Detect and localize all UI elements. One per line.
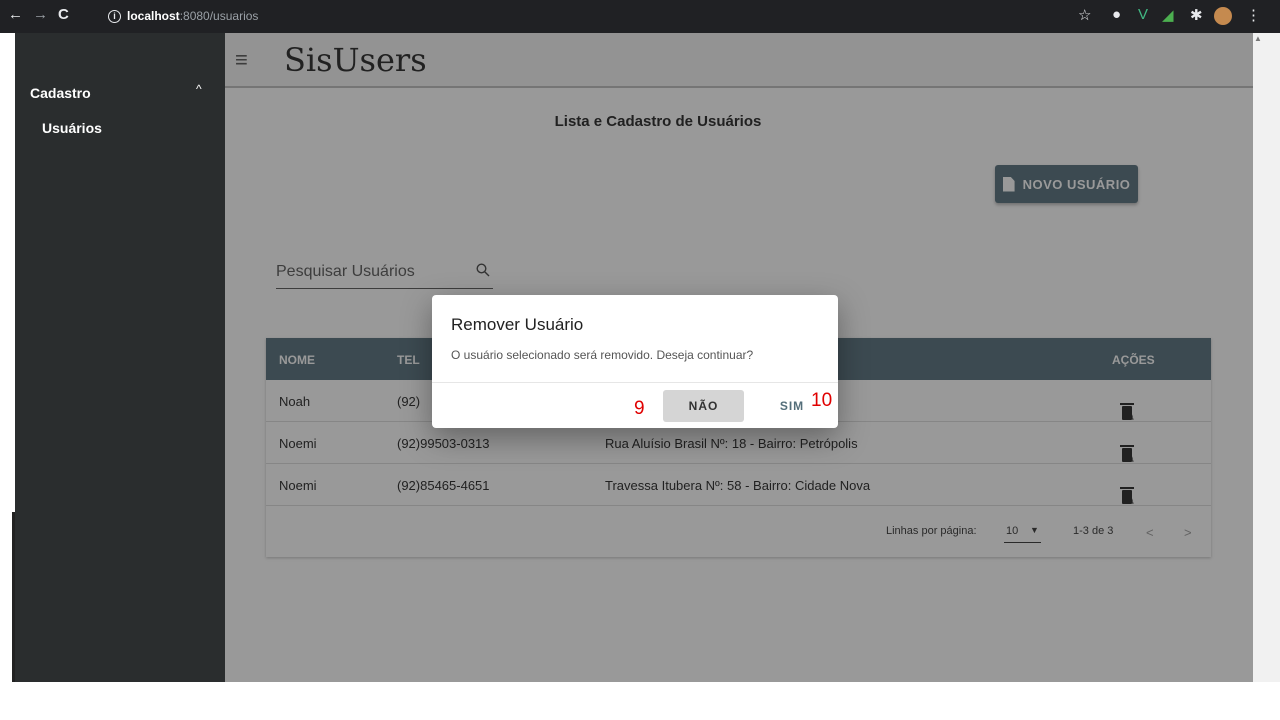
dialog-divider	[432, 382, 838, 383]
sidebar-group-cadastro[interactable]: Cadastro	[30, 85, 91, 101]
extension-circle-icon[interactable]: ●	[1112, 6, 1121, 23]
extension-badge-icon[interactable]: ◢	[1162, 6, 1174, 24]
scroll-up-arrow-icon[interactable]: ▲	[1254, 34, 1262, 43]
left-edge-divider	[12, 512, 15, 682]
sidebar: Cadastro ^ Usuários	[15, 33, 225, 682]
reload-icon[interactable]: C	[58, 6, 69, 23]
vue-devtools-icon[interactable]: V	[1138, 6, 1148, 23]
forward-arrow-icon[interactable]: →	[33, 6, 48, 23]
annotation-marker: 10	[811, 390, 833, 411]
browser-toolbar: ← → C i localhost:8080/usuarios ☆ ● V ◢ …	[0, 0, 1280, 33]
back-arrow-icon[interactable]: ←	[8, 6, 23, 23]
cancel-button[interactable]: NÃO	[663, 390, 744, 422]
address-bar[interactable]: i localhost:8080/usuarios	[108, 6, 258, 26]
site-info-icon[interactable]: i	[108, 9, 121, 23]
sidebar-item-usuarios[interactable]: Usuários	[42, 120, 102, 136]
confirm-button[interactable]: SIM	[772, 390, 812, 422]
annotation-marker: 9	[634, 398, 645, 419]
dialog-message: O usuário selecionado será removido. Des…	[451, 348, 754, 362]
profile-avatar[interactable]	[1214, 7, 1232, 25]
url-path: :8080/usuarios	[179, 9, 259, 23]
dialog-title: Remover Usuário	[451, 315, 584, 334]
url-host: localhost	[127, 9, 180, 23]
page-scrollbar[interactable]	[1253, 33, 1280, 682]
chevron-up-icon[interactable]: ^	[196, 82, 202, 96]
extensions-puzzle-icon[interactable]: ✱	[1190, 6, 1203, 24]
browser-menu-icon[interactable]: ⋮	[1246, 6, 1261, 24]
bookmark-star-icon[interactable]: ☆	[1078, 6, 1091, 24]
